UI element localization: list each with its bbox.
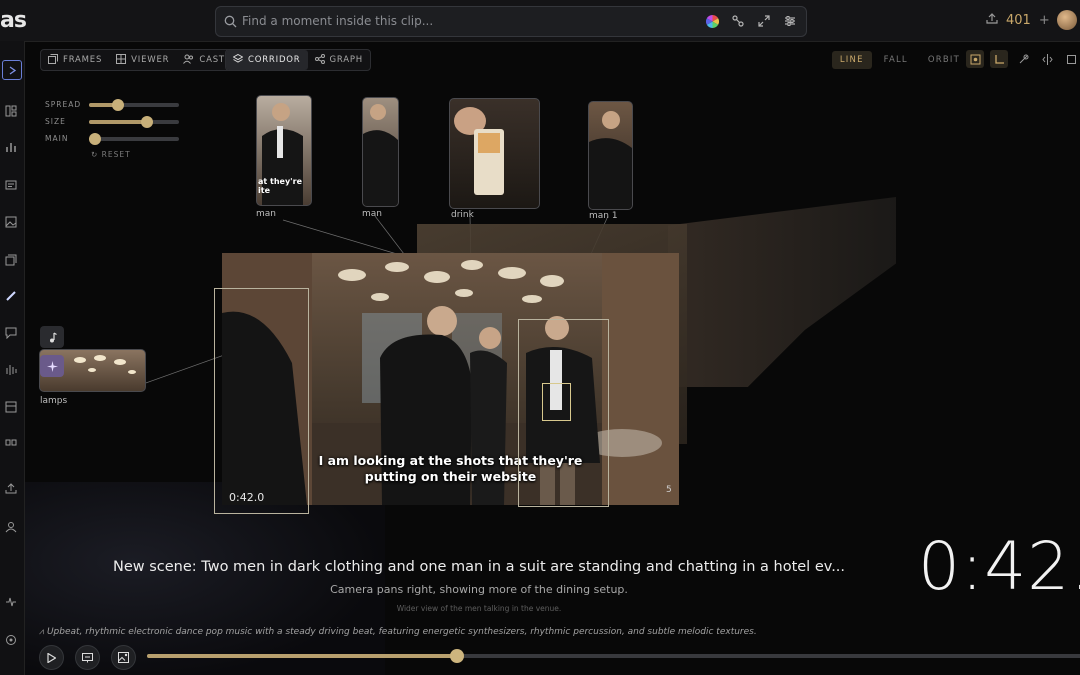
scene-detail: Wider view of the men talking in the ven… <box>396 604 562 613</box>
waveform-icon[interactable] <box>2 361 20 379</box>
captions-toggle-button[interactable] <box>75 645 100 670</box>
captions-icon[interactable] <box>2 176 20 194</box>
music-note-button[interactable] <box>40 326 64 348</box>
credits-counter[interactable]: 401 + <box>986 12 1050 28</box>
play-button[interactable] <box>39 645 64 670</box>
thumbnail-man-one[interactable] <box>588 101 633 210</box>
add-credits-button[interactable]: + <box>1039 13 1050 28</box>
scene-title: New scene: Two men in dark clothing and … <box>112 559 846 575</box>
detection-box-person-left[interactable] <box>214 288 309 514</box>
thumbnail-man-1[interactable]: at they're ite <box>256 95 312 206</box>
thumbnail-man-one-art <box>589 111 632 209</box>
timeline-progress <box>147 654 458 658</box>
big-timecode: 0:42.0 <box>918 528 1080 605</box>
music-note-icon <box>47 328 57 347</box>
image-edit-icon <box>118 648 129 667</box>
copy-icon[interactable] <box>2 251 20 269</box>
top-bar: as Find a moment inside this clip... 401… <box>0 0 1080 42</box>
left-tool-rail <box>0 41 25 675</box>
thumbnail-man-2[interactable] <box>362 97 399 207</box>
play-icon <box>47 648 57 667</box>
avatar[interactable] <box>1057 10 1077 30</box>
thumbnail-man-2-label: man <box>362 209 382 219</box>
scene-camera-note: Camera pans right, showing more of the d… <box>330 583 628 596</box>
transport-controls <box>39 645 136 670</box>
credits-count: 401 <box>1006 12 1031 28</box>
color-wheel-icon[interactable] <box>704 13 720 29</box>
brush-icon[interactable] <box>2 287 20 305</box>
expand-icon[interactable] <box>756 13 772 29</box>
search-placeholder: Find a moment inside this clip... <box>242 14 434 28</box>
pulse-icon[interactable] <box>2 593 20 611</box>
chart-icon[interactable] <box>2 138 20 156</box>
brand-logo[interactable]: as <box>0 8 27 33</box>
thumbnail-man-2-art <box>363 104 398 206</box>
ai-sparkle-button[interactable] <box>40 355 64 377</box>
image-icon[interactable] <box>2 213 20 231</box>
media-icon[interactable] <box>2 102 20 120</box>
audio-wave-icon: ⩘ <box>39 627 47 637</box>
thumbnail-lamps-label: lamps <box>40 396 68 406</box>
thumbnail-drink[interactable] <box>449 98 540 209</box>
caption-box-icon <box>82 648 93 667</box>
user-icon[interactable] <box>2 518 20 536</box>
thumbnail-man-one-label: man 1 <box>589 211 618 221</box>
music-description-text: Upbeat, rhythmic electronic dance pop mu… <box>46 627 757 637</box>
frame-index: 5 <box>666 485 672 495</box>
quote-icon[interactable] <box>2 435 20 453</box>
thumbnail-drink-art <box>454 107 504 195</box>
thumbnail-man-1-label: man <box>256 209 276 219</box>
layout-icon[interactable] <box>2 398 20 416</box>
detection-box-drink[interactable] <box>542 383 571 421</box>
export-icon[interactable] <box>2 479 20 497</box>
frame-timecode: 0:42.0 <box>229 491 265 504</box>
music-description: ⩘ Upbeat, rhythmic electronic dance pop … <box>39 627 757 637</box>
timeline-scrubber[interactable] <box>147 649 1080 663</box>
filter-sliders-icon[interactable] <box>782 13 798 29</box>
search-bar[interactable]: Find a moment inside this clip... <box>215 6 807 37</box>
link-icon[interactable] <box>730 13 746 29</box>
thumbnail-drink-label: drink <box>451 210 474 220</box>
thumbnail-man-1-caption: at they're ite <box>258 177 302 195</box>
corridor-stage[interactable]: FRAMES VIEWER CAST CORRIDOR GRAPH LINE F… <box>25 42 1080 675</box>
sparkle-icon <box>46 357 58 376</box>
search-icon <box>224 13 237 32</box>
snapshot-button[interactable] <box>111 645 136 670</box>
settings-icon[interactable] <box>2 631 20 649</box>
sidebar-toggle-icon[interactable] <box>2 60 22 80</box>
comment-icon[interactable] <box>2 324 20 342</box>
upload-icon[interactable] <box>986 12 998 28</box>
